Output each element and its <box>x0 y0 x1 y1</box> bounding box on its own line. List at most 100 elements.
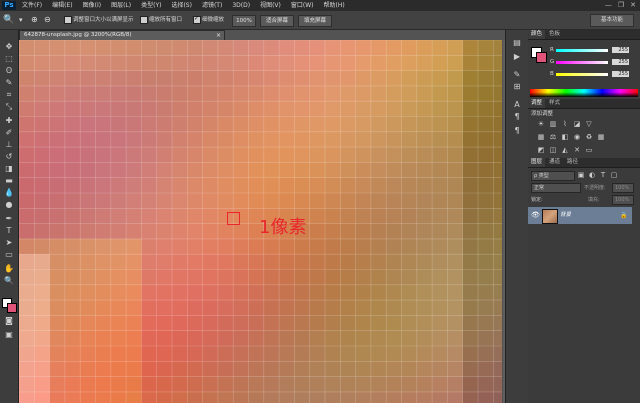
blue-slider-track[interactable] <box>556 73 608 76</box>
eraser-tool-icon[interactable]: ◨ <box>3 164 15 174</box>
red-slider[interactable]: R 255 <box>550 47 640 54</box>
crop-tool-icon[interactable]: ⌗ <box>3 90 15 100</box>
brightness-icon[interactable]: ☀ <box>536 120 546 129</box>
character-icon[interactable]: A <box>511 100 523 110</box>
photo-filter-icon[interactable]: ◉ <box>572 133 582 142</box>
tab-layers[interactable]: 图层 <box>528 158 546 167</box>
dodge-tool-icon[interactable]: ● <box>3 200 15 210</box>
menu-item-8[interactable]: 视图(V) <box>260 0 281 11</box>
fill-screen-button[interactable]: 填充屏幕 <box>298 15 332 27</box>
hand-tool-icon[interactable]: ✋ <box>3 264 15 274</box>
canvas-area[interactable]: 1像素 <box>19 40 502 403</box>
green-slider[interactable]: G 255 <box>550 59 640 66</box>
resize-windows-checkbox[interactable] <box>64 16 72 24</box>
zoom-out-icon[interactable]: ⊖ <box>44 15 51 25</box>
menu-item-2[interactable]: 图像(I) <box>83 0 101 11</box>
gradient-map-icon[interactable]: ▭ <box>584 146 594 155</box>
layer-filter-select[interactable]: ρ 类型 <box>531 171 575 181</box>
menu-item-3[interactable]: 图层(L) <box>111 0 131 11</box>
blur-tool-icon[interactable]: 💧 <box>3 188 15 198</box>
filter-type-icon[interactable]: T <box>598 171 608 180</box>
color-lookup-icon[interactable]: ▦ <box>596 133 606 142</box>
caret-icon[interactable]: ▾ <box>19 15 23 25</box>
tab-styles[interactable]: 样式 <box>546 99 563 108</box>
actions-icon[interactable]: ▶ <box>511 52 523 62</box>
vibrance-icon[interactable]: ▽ <box>584 120 594 129</box>
channel-mixer-icon[interactable]: ♻ <box>584 133 594 142</box>
lasso-tool-icon[interactable]: ʘ <box>3 66 15 76</box>
menu-item-10[interactable]: 帮助(H) <box>324 0 345 11</box>
visibility-eye-icon[interactable]: 👁 <box>531 207 540 224</box>
paragraph-styles-icon[interactable]: ¶ <box>511 126 523 136</box>
tab-paths[interactable]: 路径 <box>564 158 581 167</box>
menu-item-7[interactable]: 3D(D) <box>232 0 250 11</box>
hue-saturation-icon[interactable]: ▦ <box>536 133 546 142</box>
scrubby-zoom-checkbox[interactable]: ✓ <box>193 15 201 24</box>
black-white-icon[interactable]: ◧ <box>560 133 570 142</box>
exposure-icon[interactable]: ◪ <box>572 120 582 129</box>
paragraph-icon[interactable]: ¶ <box>511 112 523 122</box>
zoom-tool-icon[interactable]: 🔍 <box>3 15 15 25</box>
tab-color[interactable]: 颜色 <box>528 30 546 39</box>
filter-adjust-icon[interactable]: ◐ <box>587 171 597 180</box>
workspace-select[interactable]: 基本功能 <box>590 14 634 27</box>
clone-source-icon[interactable]: ⊞ <box>511 82 523 92</box>
zoom-in-icon[interactable]: ⊕ <box>31 15 38 25</box>
red-value-field[interactable]: 255 <box>612 47 629 53</box>
close-icon[interactable]: × <box>216 31 221 40</box>
levels-icon[interactable]: ▥ <box>548 120 558 129</box>
curves-icon[interactable]: ⌇ <box>560 120 570 129</box>
menu-item-4[interactable]: 类型(Y) <box>141 0 161 11</box>
restore-icon[interactable]: ❐ <box>618 1 624 10</box>
quick-mask-icon[interactable]: ◙ <box>3 316 15 326</box>
menu-item-9[interactable]: 窗口(W) <box>291 0 314 11</box>
menu-item-1[interactable]: 编辑(E) <box>52 0 72 11</box>
gradient-tool-icon[interactable]: ▬ <box>3 176 15 186</box>
green-value-field[interactable]: 255 <box>612 59 629 65</box>
healing-brush-tool-icon[interactable]: ✚ <box>3 116 15 126</box>
menu-item-5[interactable]: 选择(S) <box>171 0 192 11</box>
opacity-field[interactable]: 100% <box>612 183 634 193</box>
fill-field[interactable]: 100% <box>612 195 634 205</box>
quick-select-tool-icon[interactable]: ✎ <box>3 78 15 88</box>
green-slider-track[interactable] <box>556 61 608 64</box>
invert-icon[interactable]: ◩ <box>536 146 546 155</box>
selective-color-icon[interactable]: ✕ <box>572 146 582 155</box>
history-icon[interactable]: ▤ <box>511 38 523 48</box>
minimize-icon[interactable]: — <box>605 1 612 10</box>
filter-shape-icon[interactable]: ▢ <box>609 171 619 180</box>
layer-row-background[interactable]: 👁 背景 🔒 <box>528 207 632 224</box>
zoom-100-button[interactable]: 100% <box>232 15 256 27</box>
clone-stamp-tool-icon[interactable]: ⊥ <box>3 140 15 150</box>
color-balance-icon[interactable]: ⚖ <box>548 133 558 142</box>
menu-item-0[interactable]: 文件(F) <box>22 0 42 11</box>
filter-pixel-icon[interactable]: ▣ <box>576 171 586 180</box>
blend-mode-select[interactable]: 正常 <box>531 183 581 193</box>
tab-adjustments[interactable]: 调整 <box>528 99 546 108</box>
eyedropper-tool-icon[interactable]: ⤡ <box>3 102 15 112</box>
brush-panel-icon[interactable]: ✎ <box>511 70 523 80</box>
document-tab[interactable]: 642878-unsplash.jpg @ 3200%(RGB/8) × <box>19 30 225 40</box>
red-slider-track[interactable] <box>556 49 608 52</box>
color-background-swatch[interactable] <box>536 52 547 63</box>
menu-item-6[interactable]: 滤镜(T) <box>202 0 222 11</box>
blue-slider[interactable]: B 255 <box>550 71 640 78</box>
posterize-icon[interactable]: ◫ <box>548 146 558 155</box>
screen-mode-icon[interactable]: ▣ <box>3 330 15 340</box>
tab-channels[interactable]: 通道 <box>546 158 563 167</box>
threshold-icon[interactable]: ◭ <box>560 146 570 155</box>
marquee-tool-icon[interactable]: ⬚ <box>3 54 15 64</box>
move-tool-icon[interactable]: ✥ <box>3 42 15 52</box>
brush-tool-icon[interactable]: ✐ <box>3 128 15 138</box>
history-brush-tool-icon[interactable]: ↺ <box>3 152 15 162</box>
pen-tool-icon[interactable]: ✒ <box>3 214 15 224</box>
type-tool-icon[interactable]: T <box>3 226 15 236</box>
tab-swatches[interactable]: 色板 <box>546 30 563 39</box>
background-color-swatch[interactable] <box>7 303 17 313</box>
close-window-icon[interactable]: ✕ <box>630 1 636 10</box>
fit-screen-button[interactable]: 适合屏幕 <box>260 15 294 27</box>
zoom-tool-panel-icon[interactable]: 🔍 <box>3 276 15 286</box>
shape-tool-icon[interactable]: ▭ <box>3 250 15 260</box>
zoom-all-windows-checkbox[interactable] <box>140 16 148 24</box>
blue-value-field[interactable]: 255 <box>612 71 629 77</box>
